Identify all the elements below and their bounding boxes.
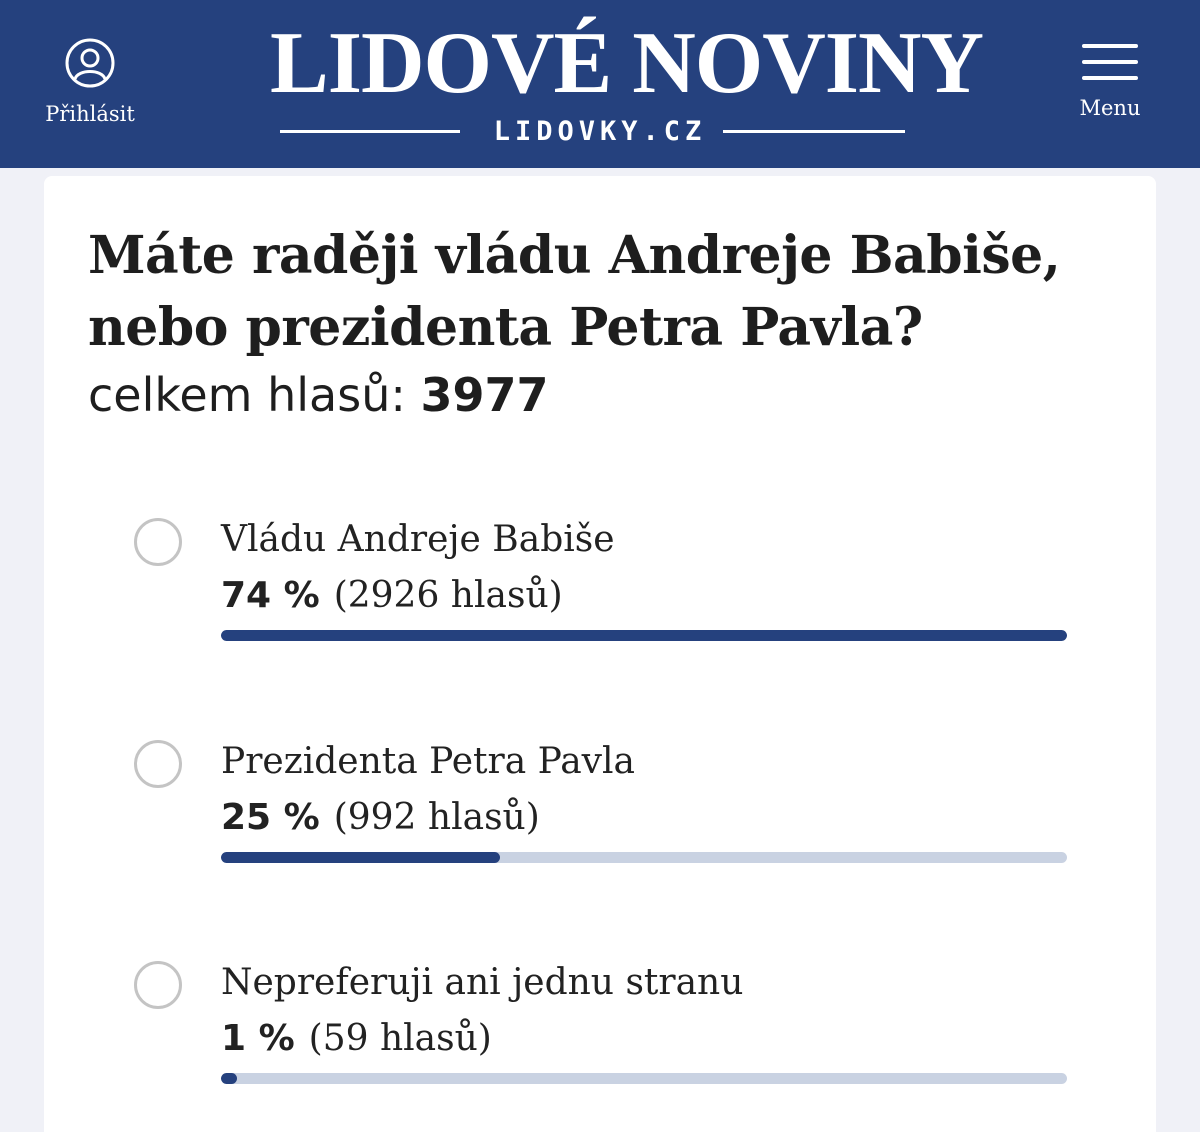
- poll-option-percent: 1 %: [221, 1018, 295, 1059]
- site-header: Přihlásit LIDOVÉ NOVINY LIDOVKY.CZ Menu: [0, 0, 1200, 168]
- logo-title: LIDOVÉ NOVINY: [270, 15, 984, 112]
- poll-option-bar-track: [221, 630, 1067, 641]
- poll-option-votes: (992 hlasů): [333, 797, 540, 838]
- poll-total-votes: 3977: [420, 368, 549, 422]
- poll-option-label: Nepreferuji ani jednu stranu: [221, 962, 744, 1003]
- radio-button[interactable]: [134, 518, 182, 566]
- poll-option-stats: 25 % (992 hlasů): [221, 792, 540, 844]
- radio-button[interactable]: [134, 961, 182, 1009]
- poll-question: Máte raději vládu Andreje Babiše, nebo p…: [88, 220, 1108, 364]
- poll-total-label: celkem hlasů:: [88, 368, 406, 422]
- poll-option-bar-track: [221, 1073, 1067, 1084]
- poll-option-stats: 1 % (59 hlasů): [221, 1013, 492, 1065]
- hamburger-icon: [1082, 40, 1138, 80]
- poll-option-label: Prezidenta Petra Pavla: [221, 741, 635, 782]
- logo-rule-right: [723, 130, 905, 133]
- poll-option-votes: (59 hlasů): [308, 1018, 492, 1059]
- poll-option[interactable]: Nepreferuji ani jednu stranu 1 % (59 hlas…: [132, 957, 1072, 1097]
- poll-option-label: Vládu Andreje Babiše: [221, 519, 615, 560]
- poll-card: Máte raději vládu Andreje Babiše, nebo p…: [44, 176, 1156, 1132]
- poll-option-stats: 74 % (2926 hlasů): [221, 570, 563, 622]
- poll-option-bar-fill: [221, 1073, 237, 1084]
- login-label: Přihlásit: [45, 102, 135, 126]
- login-button[interactable]: Přihlásit: [40, 34, 140, 126]
- radio-button[interactable]: [134, 740, 182, 788]
- poll-option-percent: 25 %: [221, 797, 320, 838]
- poll-option-bar-fill: [221, 852, 500, 863]
- poll-option-votes: (2926 hlasů): [333, 575, 563, 616]
- poll-question-line1: Máte raději vládu Andreje Babiše,: [88, 225, 1061, 286]
- poll-total: celkem hlasů: 3977: [88, 364, 549, 426]
- poll-option-percent: 74 %: [221, 575, 320, 616]
- logo-subtitle-row: LIDOVKY.CZ: [270, 112, 930, 152]
- menu-button[interactable]: Menu: [1060, 40, 1160, 120]
- poll-option-bar-fill: [221, 630, 1067, 641]
- poll-option[interactable]: Vládu Andreje Babiše 74 % (2926 hlasů): [132, 514, 1072, 654]
- user-icon: [65, 38, 115, 88]
- site-logo[interactable]: LIDOVÉ NOVINY LIDOVKY.CZ: [270, 15, 984, 152]
- menu-label: Menu: [1079, 96, 1141, 120]
- poll-option-bar-track: [221, 852, 1067, 863]
- poll-question-line2: nebo prezidenta Petra Pavla?: [88, 297, 923, 358]
- poll-option[interactable]: Prezidenta Petra Pavla 25 % (992 hlasů): [132, 736, 1072, 876]
